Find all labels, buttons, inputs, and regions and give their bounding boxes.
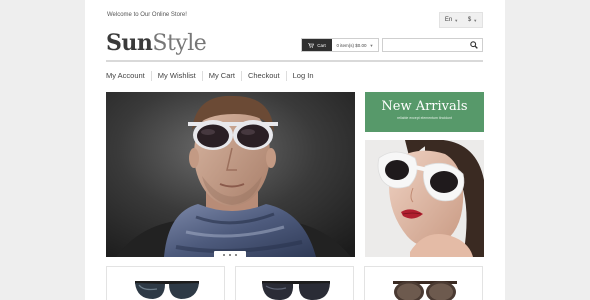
currency-select[interactable]: $ ▼ [468,17,477,23]
cart-button[interactable]: Cart [302,39,332,51]
product-image [135,281,199,299]
cart-widget: Cart 0 item(s) $0.00 ▼ [301,38,379,52]
product-card[interactable] [235,266,354,300]
product-card[interactable] [106,266,225,300]
promo-image [365,140,484,257]
store-logo[interactable]: SunStyle [106,30,207,57]
product-card[interactable] [364,266,483,300]
nav-my-wishlist[interactable]: My Wishlist [150,71,202,81]
search-input[interactable] [382,38,483,52]
nav-my-account[interactable]: My Account [106,71,151,81]
slider-pagination [214,251,246,259]
logo-part-style: Style [152,31,207,56]
currency-value: $ [467,17,472,23]
cart-summary-dropdown[interactable]: 0 item(s) $0.00 ▼ [332,39,378,51]
nav-checkout[interactable]: Checkout [240,71,286,81]
language-currency-switcher: En ▼ $ ▼ [439,12,483,28]
slider-dot[interactable] [235,254,237,256]
promo-banner[interactable] [365,140,484,257]
nav-my-cart[interactable]: My Cart [201,71,241,81]
product-image [393,281,457,300]
cart-icon [308,42,315,48]
slider-dot[interactable] [223,254,225,256]
banner-title: New Arrivals [381,99,468,114]
chevron-down-icon: ▼ [454,17,459,23]
nav-log-in[interactable]: Log In [285,71,320,81]
chevron-down-icon: ▼ [473,17,478,23]
slider-dot[interactable] [229,254,231,256]
hero-slider[interactable] [106,92,355,257]
search-icon[interactable] [470,41,478,49]
language-value: En [444,17,453,23]
new-arrivals-banner[interactable]: New Arrivals reliable except elementum t… [365,92,484,132]
product-image [262,281,330,300]
top-navigation: My Account My Wishlist My Cart Checkout … [106,71,320,81]
header-divider [106,60,483,62]
cart-summary-text: 0 item(s) $0.00 [336,42,367,48]
banner-subtitle: reliable except elementum tincidunt [397,116,452,120]
hero-image [106,92,355,257]
welcome-message: Welcome to Our Online Store! [107,12,187,18]
cart-button-label: Cart [317,42,326,48]
page-container: Welcome to Our Online Store! En ▼ $ ▼ Su… [85,0,505,300]
logo-part-sun: Sun [106,30,153,56]
chevron-down-icon: ▼ [369,42,374,48]
language-select[interactable]: En ▼ [445,17,458,23]
